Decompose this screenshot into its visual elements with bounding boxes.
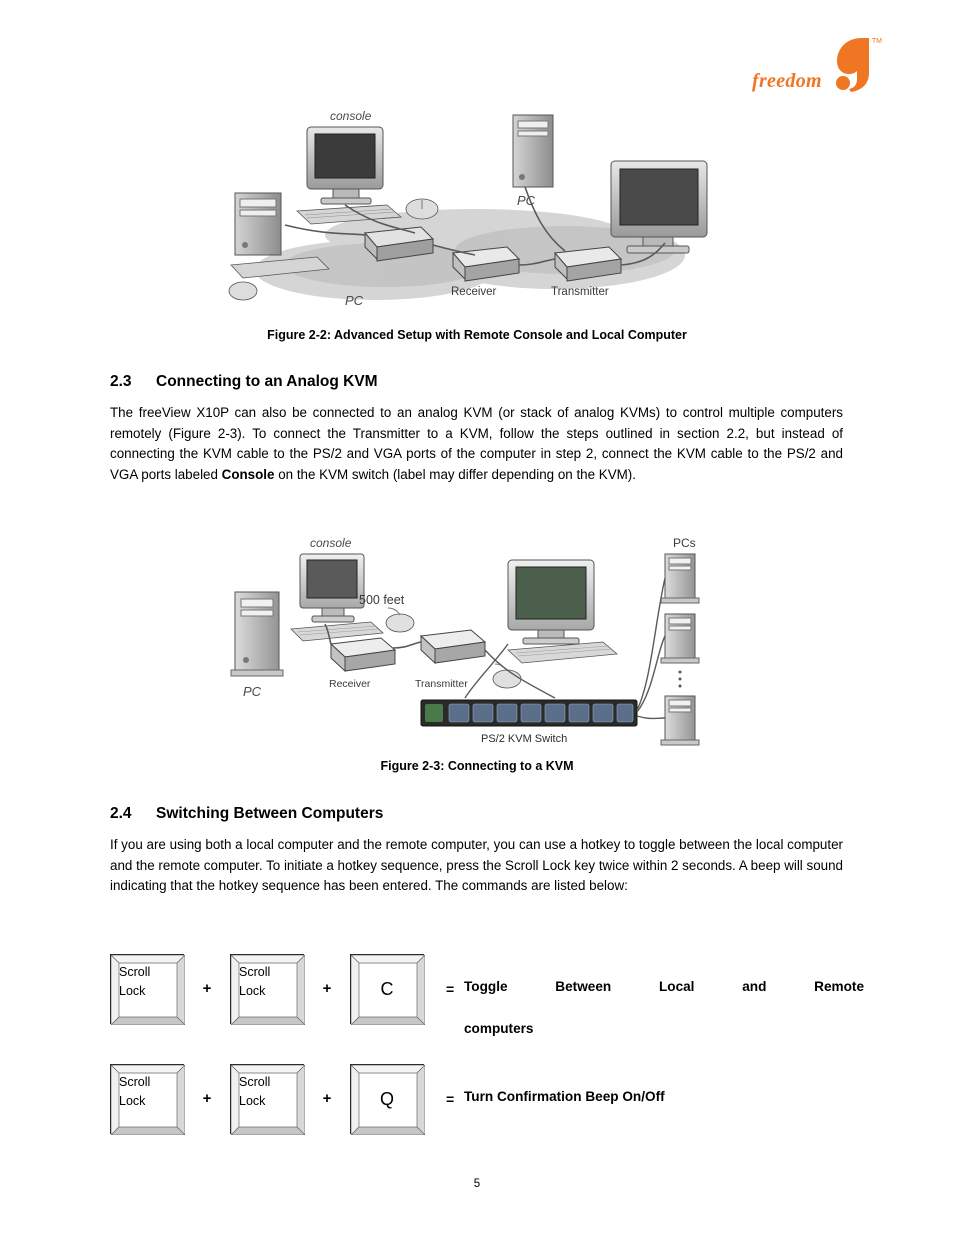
svg-text:PCs: PCs [673, 536, 696, 550]
equals-operator-1: = [446, 981, 455, 997]
key-scroll-lock-4: Scroll Lock [230, 1064, 305, 1135]
hotkey-description-line1: Toggle Between Local and Remote [464, 979, 864, 994]
plus-operator-3: + [202, 1090, 212, 1107]
key-label-line1: Scroll [119, 965, 151, 979]
section-title-2-4: Switching Between Computers [156, 805, 384, 822]
section-heading-2-3: 2.3 Connecting to an Analog KVM [110, 373, 378, 391]
figure-2-3-image: console PC Receiver Transmitter 500 feet… [225, 532, 725, 757]
hotkey-description-1: Toggle Between Local and Remote computer… [464, 954, 864, 1039]
hotkey-row-toggle: Scroll Lock + Scroll Lock + C = Toggle B… [110, 954, 864, 1039]
figure-2-2-image: console PC PC Receiver Transmitter [225, 105, 730, 320]
key-letter-c: C [350, 954, 425, 1025]
key-label-line1: Scroll [239, 1075, 271, 1089]
svg-text:Receiver: Receiver [451, 286, 497, 298]
plus-operator-4: + [322, 1090, 332, 1107]
svg-text:PC: PC [243, 684, 262, 699]
svg-text:PC: PC [345, 293, 364, 308]
key-label-line2: Lock [239, 984, 266, 998]
svg-text:PS/2 KVM Switch: PS/2 KVM Switch [481, 733, 567, 745]
key-scroll-lock-2: Scroll Lock [230, 954, 305, 1025]
section-number-2-3: 2.3 [110, 373, 132, 390]
page-number: 5 [473, 1178, 481, 1190]
key-letter-q: Q [350, 1064, 425, 1135]
freedom-logo: freedom TM [752, 36, 882, 98]
key-label-line1: Scroll [239, 965, 271, 979]
svg-text:Receiver: Receiver [329, 678, 371, 690]
key-label-line2: Lock [119, 984, 146, 998]
figure-2-2-caption: Figure 2-2: Advanced Setup with Remote C… [267, 328, 687, 342]
hotkey-description-2: Turn Confirmation Beep On/Off [464, 1064, 864, 1107]
section-heading-2-4: 2.4 Switching Between Computers [110, 805, 383, 823]
section-2-4-paragraph: If you are using both a local computer a… [110, 837, 843, 894]
hotkey-description-line1: Turn Confirmation Beep On/Off [464, 1089, 665, 1104]
svg-text:console: console [330, 109, 372, 123]
plus-operator-2: + [322, 980, 332, 997]
trademark-symbol: TM [871, 38, 882, 45]
key-scroll-lock-1: Scroll Lock [110, 954, 185, 1025]
svg-text:console: console [310, 536, 352, 550]
paragraph-text-part-2: on the KVM switch (label may differ depe… [274, 466, 636, 482]
section-title-2-3: Connecting to an Analog KVM [156, 373, 378, 390]
section-number-2-4: 2.4 [110, 805, 132, 822]
paragraph-text-bold: Console [221, 466, 275, 482]
logo-wordmark: freedom [752, 70, 822, 92]
key-label: C [380, 978, 394, 999]
section-2-3-paragraph: The freeView X10P can also be connected … [110, 403, 843, 485]
key-label-line2: Lock [239, 1094, 266, 1108]
svg-text:Transmitter: Transmitter [415, 678, 468, 690]
equals-operator-2: = [446, 1091, 455, 1107]
key-label-line2: Lock [119, 1094, 146, 1108]
plus-operator-1: + [202, 980, 212, 997]
svg-text:Transmitter: Transmitter [551, 286, 609, 298]
key-label: Q [379, 1088, 394, 1109]
key-label-line1: Scroll [119, 1075, 151, 1089]
figure-2-3-caption: Figure 2-3: Connecting to a KVM [380, 759, 574, 773]
hotkey-row-beep: Scroll Lock + Scroll Lock + Q = Turn Con… [110, 1064, 864, 1135]
svg-text:500 feet: 500 feet [359, 593, 405, 607]
logo-mark-icon [832, 36, 876, 92]
hotkey-description-line2: computers [464, 1021, 534, 1036]
document-page: freedom TM console PC PC Receiver Transm… [0, 0, 954, 1235]
key-scroll-lock-3: Scroll Lock [110, 1064, 185, 1135]
